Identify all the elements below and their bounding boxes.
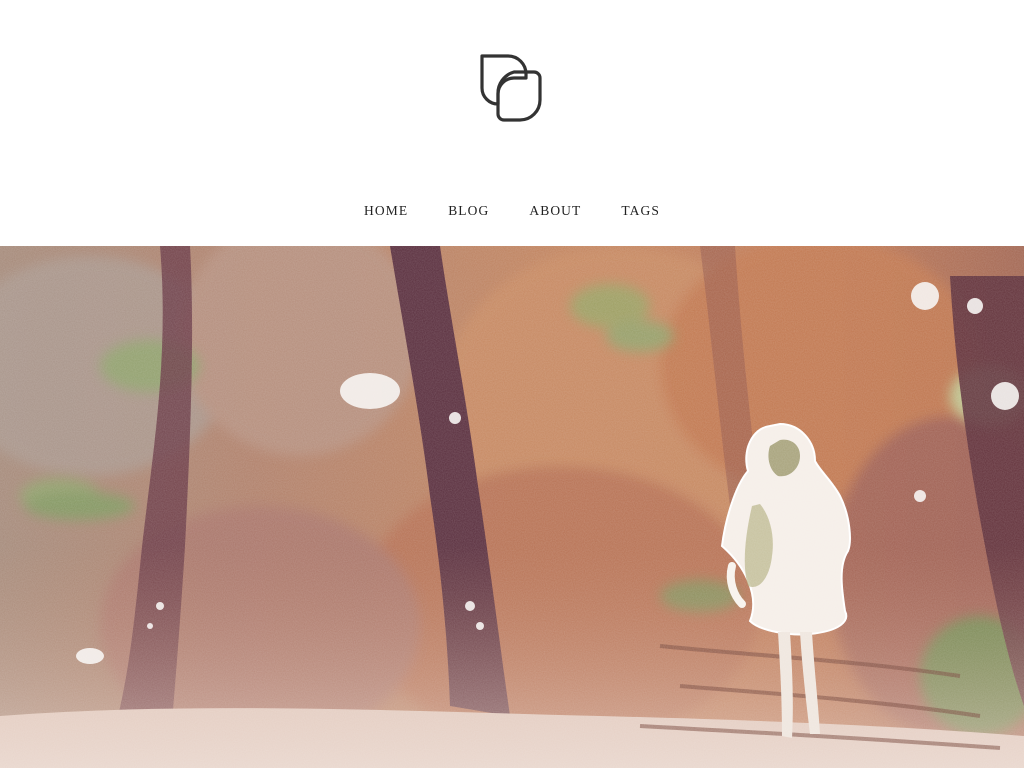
main-nav: HOME BLOG ABOUT TAGS <box>0 200 1024 222</box>
nav-item-home[interactable]: HOME <box>344 201 428 221</box>
site-logo[interactable] <box>474 50 550 126</box>
nav-item-blog[interactable]: BLOG <box>428 201 509 221</box>
hero-image <box>0 246 1024 768</box>
site-header: HOME BLOG ABOUT TAGS <box>0 0 1024 246</box>
watercolor-forest-walking-figure-illustration <box>0 246 1024 768</box>
overlapping-rounded-squares-icon <box>480 54 542 122</box>
nav-item-about[interactable]: ABOUT <box>509 201 601 221</box>
nav-item-tags[interactable]: TAGS <box>601 201 680 221</box>
